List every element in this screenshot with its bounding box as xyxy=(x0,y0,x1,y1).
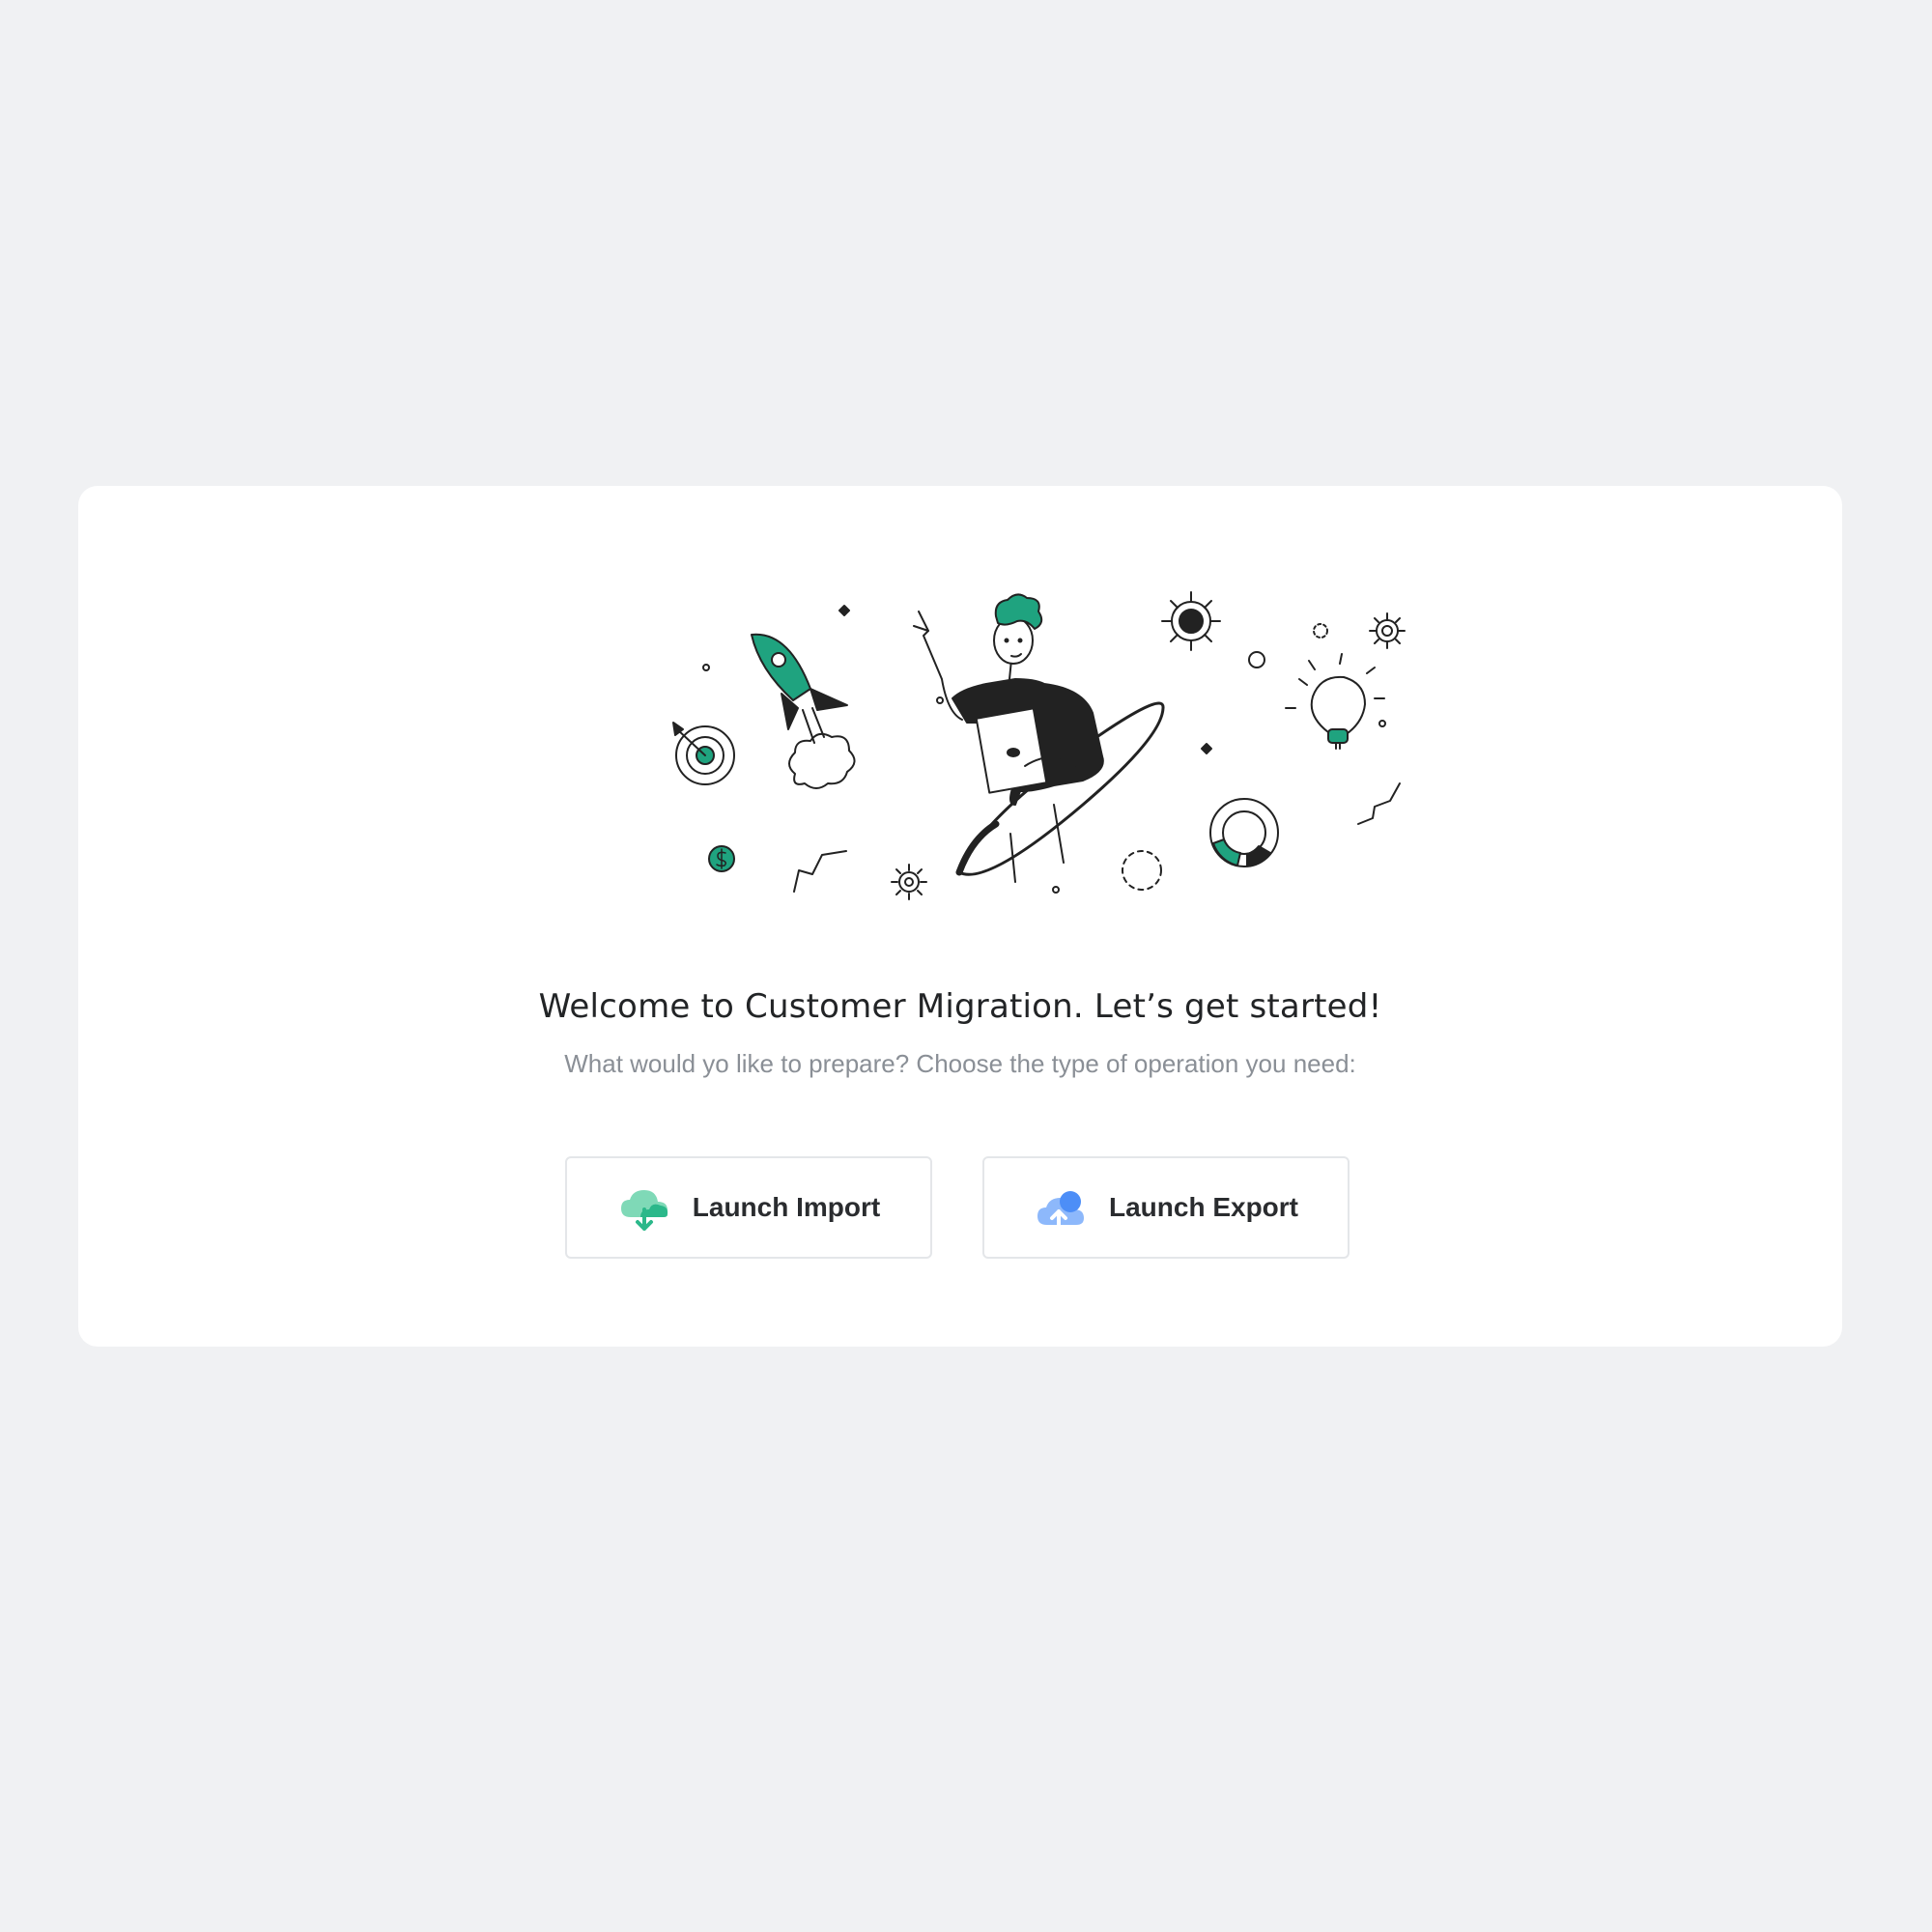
gear-icon-small xyxy=(1369,612,1406,649)
welcome-illustration xyxy=(672,591,1406,900)
gear-icon-large xyxy=(1161,591,1221,651)
launch-export-button[interactable]: Launch Export xyxy=(982,1156,1350,1259)
launch-import-label: Launch Import xyxy=(692,1192,881,1222)
gear-icon xyxy=(891,864,927,900)
rocket-icon xyxy=(751,633,856,789)
lightbulb-icon xyxy=(1285,653,1385,750)
donut-chart-icon xyxy=(1209,798,1279,867)
target-icon xyxy=(672,722,735,785)
page-title: Welcome to Customer Migration. Let’s get… xyxy=(538,987,1382,1026)
person-figure xyxy=(913,593,1104,883)
launch-export-label: Launch Export xyxy=(1108,1192,1298,1222)
coin-icon xyxy=(708,845,735,872)
launch-import-button[interactable]: Launch Import xyxy=(565,1156,932,1259)
welcome-card: Welcome to Customer Migration. Let’s get… xyxy=(78,486,1842,1347)
cloud-download-icon xyxy=(617,1180,671,1235)
page-subtitle: What would yo like to prepare? Choose th… xyxy=(564,1049,1356,1078)
cloud-upload-icon xyxy=(1034,1180,1088,1235)
